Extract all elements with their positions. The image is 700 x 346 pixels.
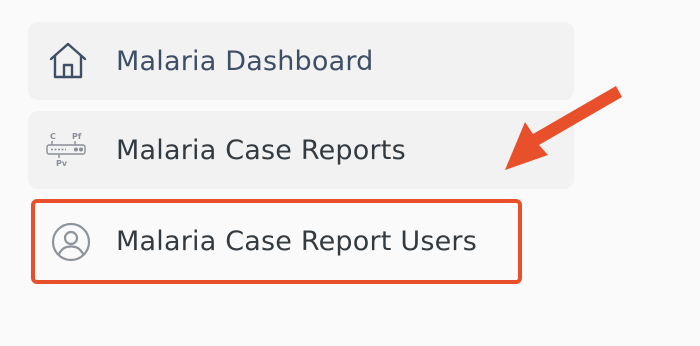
test-strip-c-label: C xyxy=(50,132,56,141)
sidebar-item-label: Malaria Case Report Users xyxy=(116,226,477,257)
test-strip-icon: C Pf Pv xyxy=(44,126,92,174)
pointer-arrow-icon xyxy=(505,86,622,170)
sidebar-item-malaria-dashboard[interactable]: Malaria Dashboard xyxy=(28,22,574,100)
sidebar-item-malaria-case-reports[interactable]: C Pf Pv Malaria Case Reports xyxy=(28,111,574,189)
sidebar-item-label: Malaria Case Reports xyxy=(116,134,406,166)
home-icon xyxy=(44,37,92,85)
sidebar-item-malaria-case-report-users[interactable]: Malaria Case Report Users xyxy=(31,199,522,284)
test-strip-pv-label: Pv xyxy=(56,159,68,168)
user-circle-icon xyxy=(47,218,95,266)
test-strip-pf-label: Pf xyxy=(72,132,82,141)
sidebar-item-label: Malaria Dashboard xyxy=(116,45,374,77)
